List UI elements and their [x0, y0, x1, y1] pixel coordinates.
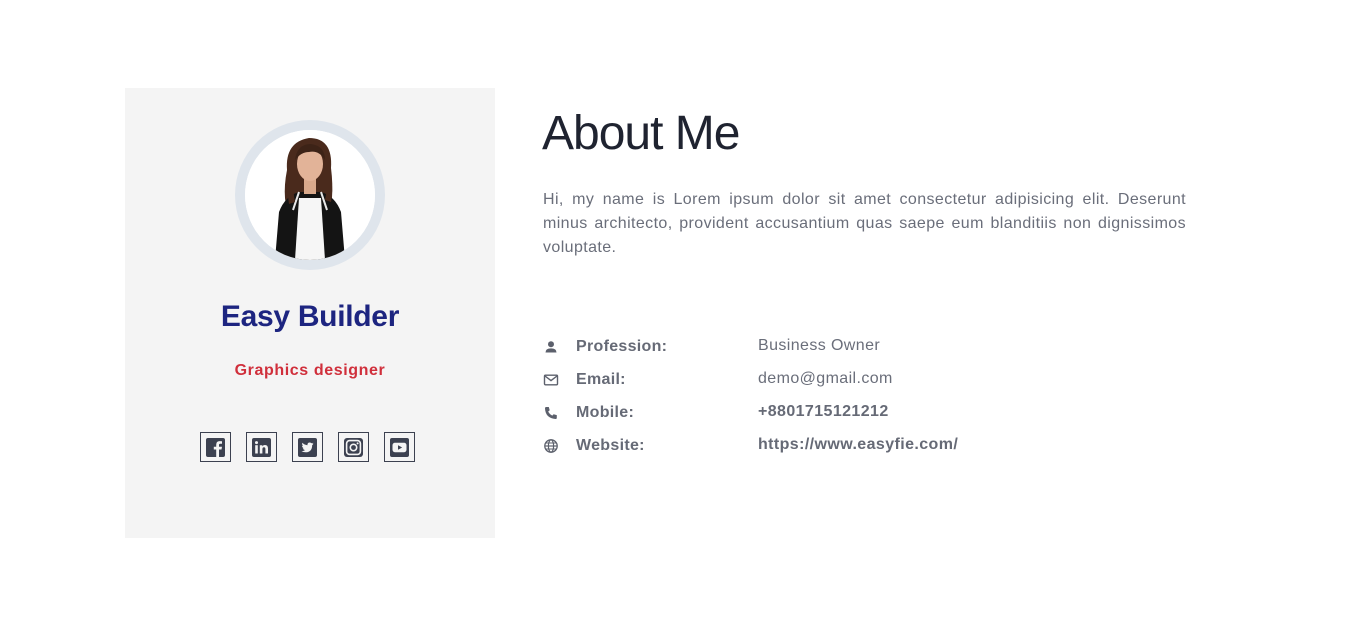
linkedin-button[interactable]	[246, 432, 277, 462]
info-label: Email:	[576, 371, 626, 388]
globe-icon	[544, 439, 558, 453]
about-title: About Me	[542, 107, 740, 160]
info-value: Business Owner	[758, 337, 881, 354]
social-links	[200, 432, 420, 464]
info-value: demo@gmail.com	[758, 370, 893, 387]
info-label: Website:	[576, 437, 645, 454]
info-row-website: Website: https://www.easyfie.com/	[543, 434, 1143, 458]
youtube-icon	[390, 438, 409, 457]
person-icon	[545, 341, 557, 353]
twitter-icon	[298, 438, 317, 457]
instagram-button[interactable]	[338, 432, 369, 462]
avatar-ring	[235, 120, 385, 270]
about-text: Hi, my name is Lorem ipsum dolor sit ame…	[543, 191, 1186, 256]
info-row-mobile: Mobile: +8801715121212	[543, 401, 1143, 425]
info-value[interactable]: +8801715121212	[758, 403, 889, 421]
profile-role: Graphics designer	[234, 362, 386, 379]
about-section: Easy Builder Graphics designer About Me …	[0, 0, 1361, 629]
facebook-button[interactable]	[200, 432, 231, 462]
facebook-icon	[206, 438, 225, 457]
avatar-photo	[245, 130, 375, 260]
mail-icon	[543, 374, 559, 386]
youtube-button[interactable]	[384, 432, 415, 462]
phone-icon	[545, 407, 557, 419]
profile-name: Easy Builder	[220, 300, 400, 333]
avatar	[245, 130, 375, 260]
info-row-email: Email: demo@gmail.com	[543, 368, 1143, 392]
info-row-profession: Profession: Business Owner	[543, 335, 1143, 359]
instagram-icon	[344, 438, 363, 457]
linkedin-icon	[252, 438, 271, 457]
info-label: Mobile:	[576, 404, 635, 421]
info-label: Profession:	[576, 338, 668, 355]
website-link[interactable]: https://www.easyfie.com/	[758, 436, 958, 454]
profile-card: Easy Builder Graphics designer	[125, 88, 495, 538]
twitter-button[interactable]	[292, 432, 323, 462]
